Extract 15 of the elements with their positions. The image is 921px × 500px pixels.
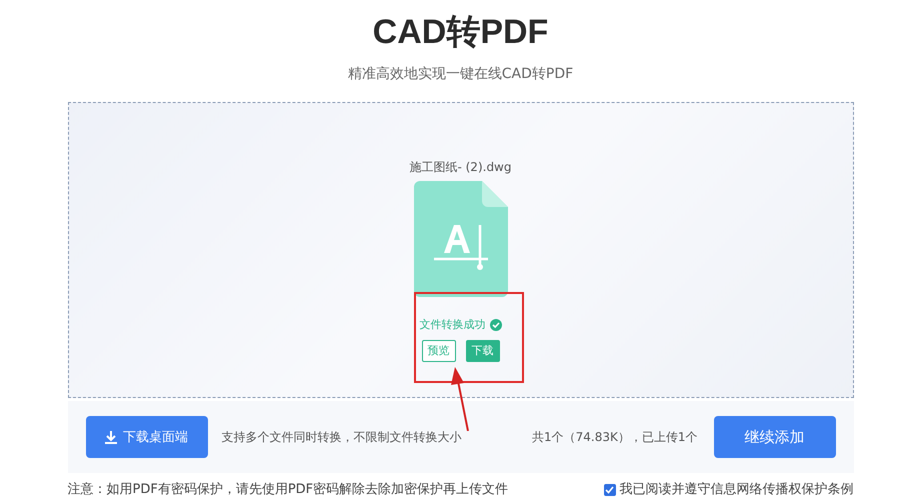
conversion-status: 文件转换成功	[420, 317, 486, 332]
upload-summary: 共1个（74.83K），已上传1个	[532, 428, 698, 446]
download-icon	[105, 430, 117, 444]
download-button[interactable]: 下载	[466, 340, 500, 362]
add-more-button[interactable]: 继续添加	[714, 416, 836, 458]
agreement-label: 我已阅读并遵守信息网络传播权保护条例	[620, 481, 854, 499]
cad-file-icon	[414, 181, 508, 297]
page-title: CAD转PDF	[372, 12, 548, 52]
agreement-checkbox[interactable]	[604, 484, 616, 496]
hint-text: 支持多个文件同时转换，不限制文件转换大小	[222, 428, 462, 446]
download-desktop-button[interactable]: 下载桌面端	[86, 416, 208, 458]
notice-text: 注意：如用PDF有密码保护，请先使用PDF密码解除去除加密保护再上传文件	[68, 481, 508, 499]
preview-button[interactable]: 预览	[422, 340, 456, 362]
file-name: 施工图纸- (2).dwg	[409, 159, 512, 175]
page-subtitle: 精准高效地实现一键在线CAD转PDF	[348, 65, 574, 84]
